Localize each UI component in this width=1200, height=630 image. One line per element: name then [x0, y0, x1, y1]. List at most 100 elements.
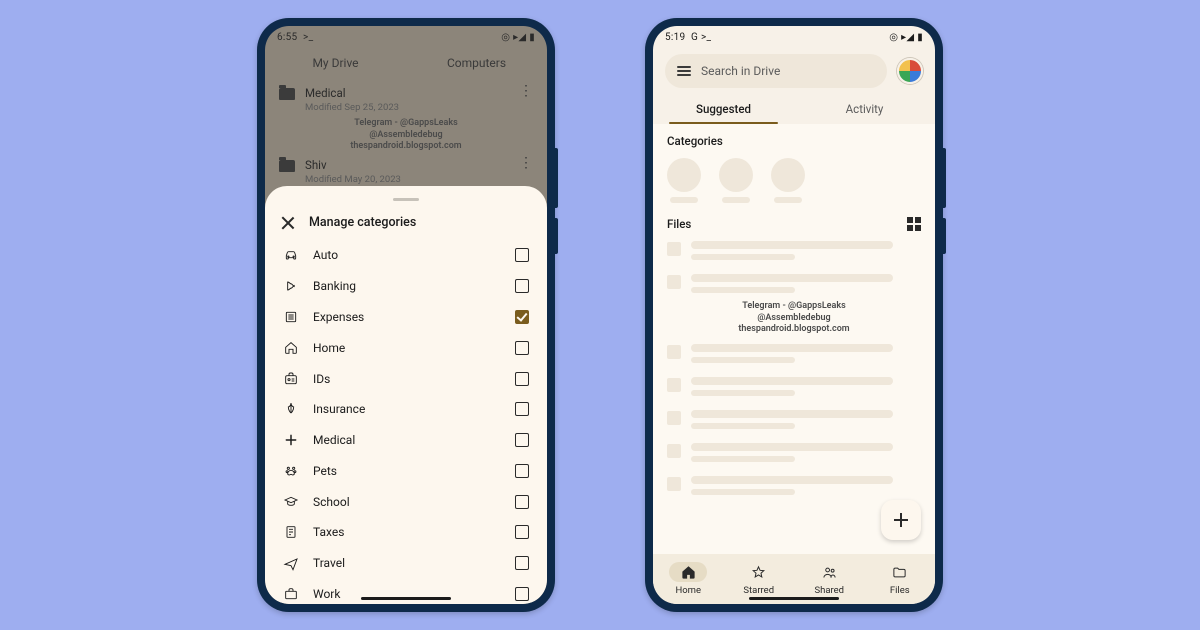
category-row-banking[interactable]: Banking	[265, 271, 547, 302]
manage-categories-sheet: Manage categories Auto Banking ExpensesHom…	[265, 186, 547, 604]
home-indicator[interactable]	[361, 597, 451, 600]
travel-icon	[283, 555, 299, 571]
tab-activity[interactable]: Activity	[794, 96, 935, 124]
category-checkbox[interactable]	[515, 341, 529, 355]
category-row-home[interactable]: Home	[265, 332, 547, 363]
hamburger-icon[interactable]	[677, 66, 691, 76]
category-row-insurance[interactable]: Insurance	[265, 394, 547, 425]
category-label: IDs	[313, 372, 501, 386]
category-label: Auto	[313, 248, 501, 262]
expenses-icon	[283, 309, 299, 325]
category-label: School	[313, 495, 501, 509]
categories-heading: Categories	[667, 134, 921, 148]
status-time: 6:55	[277, 32, 297, 43]
category-checkbox[interactable]	[515, 310, 529, 324]
home-icon	[283, 340, 299, 356]
avatar[interactable]	[897, 58, 923, 84]
category-chip[interactable]	[771, 158, 805, 203]
nav-label: Shared	[814, 585, 844, 596]
side-button	[943, 218, 946, 254]
nav-label: Files	[890, 585, 910, 596]
category-checkbox[interactable]	[515, 248, 529, 262]
grid-view-icon[interactable]	[907, 217, 921, 231]
work-icon	[283, 586, 299, 602]
category-row-auto[interactable]: Auto	[265, 240, 547, 271]
folder-title: Medical	[305, 86, 509, 102]
status-bar: 5:19 G >_ ◎ ▸◢ ▮	[653, 26, 935, 48]
status-prompt: >_	[303, 32, 313, 43]
folder-subtitle: Modified May 20, 2023	[305, 174, 509, 187]
tab-my-drive[interactable]: My Drive	[265, 48, 406, 80]
category-checkbox[interactable]	[515, 402, 529, 416]
folder-icon	[279, 160, 295, 172]
category-checkbox[interactable]	[515, 495, 529, 509]
home-indicator[interactable]	[749, 597, 839, 600]
category-row-expenses[interactable]: Expenses	[265, 302, 547, 333]
category-row-travel[interactable]: Travel	[265, 548, 547, 579]
category-row-school[interactable]: School	[265, 486, 547, 517]
category-label: Banking	[313, 279, 501, 293]
category-checkbox[interactable]	[515, 556, 529, 570]
category-chip[interactable]	[667, 158, 701, 203]
category-label: Travel	[313, 556, 501, 570]
category-row-ids[interactable]: IDs	[265, 363, 547, 394]
category-checkbox[interactable]	[515, 525, 529, 539]
status-icons: ◎ ▸◢ ▮	[889, 32, 923, 43]
phone-right: 5:19 G >_ ◎ ▸◢ ▮ Search in Drive Suggest…	[645, 18, 943, 612]
category-row-pets[interactable]: Pets	[265, 455, 547, 486]
side-button	[943, 148, 946, 208]
folder-title: Shiv	[305, 158, 509, 174]
file-skeleton	[667, 443, 921, 462]
watermark: Telegram - @GappsLeaks @Assembledebug th…	[265, 118, 547, 152]
phone-left: 6:55 >_ ◎ ▸◢ ▮ My Drive Computers Medica…	[257, 18, 555, 612]
status-prompt: G >_	[691, 32, 711, 43]
banking-icon	[283, 278, 299, 294]
side-button	[555, 218, 558, 254]
close-icon[interactable]	[281, 216, 295, 230]
status-bar: 6:55 >_ ◎ ▸◢ ▮	[265, 26, 547, 48]
folder-outline-icon	[881, 562, 919, 582]
tab-suggested[interactable]: Suggested	[653, 96, 794, 124]
tab-computers[interactable]: Computers	[406, 48, 547, 80]
school-icon	[283, 494, 299, 510]
file-skeleton	[667, 476, 921, 495]
status-icons: ◎ ▸◢ ▮	[501, 32, 535, 43]
search-input[interactable]: Search in Drive	[665, 54, 887, 88]
category-row-taxes[interactable]: Taxes	[265, 517, 547, 548]
home-icon	[669, 562, 707, 582]
file-skeleton	[667, 241, 921, 260]
more-icon[interactable]: ⋮	[519, 158, 533, 168]
home-tabs: Suggested Activity	[653, 96, 935, 124]
nav-home[interactable]: Home	[653, 554, 724, 604]
category-row-work[interactable]: Work	[265, 579, 547, 604]
folder-subtitle: Modified Sep 25, 2023	[305, 102, 509, 115]
category-chip[interactable]	[719, 158, 753, 203]
category-checkbox[interactable]	[515, 587, 529, 601]
category-row-medical[interactable]: Medical	[265, 425, 547, 456]
auto-icon	[283, 247, 299, 263]
folder-row[interactable]: Shiv Modified May 20, 2023 ⋮	[265, 152, 547, 190]
category-checkbox[interactable]	[515, 464, 529, 478]
sheet-grabber[interactable]	[393, 198, 419, 201]
watermark: Telegram - @GappsLeaks @Assembledebug th…	[667, 301, 921, 336]
category-chips	[667, 158, 921, 203]
sheet-title: Manage categories	[309, 215, 416, 230]
category-label: Insurance	[313, 402, 501, 416]
nav-label: Home	[675, 585, 701, 596]
category-checkbox[interactable]	[515, 279, 529, 293]
star-icon	[740, 562, 778, 582]
fab-add-button[interactable]	[881, 500, 921, 540]
folder-icon	[279, 88, 295, 100]
folder-row[interactable]: Medical Modified Sep 25, 2023 ⋮	[265, 80, 547, 118]
file-skeleton	[667, 410, 921, 429]
nav-files[interactable]: Files	[865, 554, 936, 604]
more-icon[interactable]: ⋮	[519, 86, 533, 96]
file-skeleton	[667, 377, 921, 396]
medical-icon	[283, 432, 299, 448]
insurance-icon	[283, 401, 299, 417]
file-skeleton	[667, 274, 921, 293]
side-button	[555, 148, 558, 208]
category-checkbox[interactable]	[515, 372, 529, 386]
category-checkbox[interactable]	[515, 433, 529, 447]
category-label: Medical	[313, 433, 501, 447]
